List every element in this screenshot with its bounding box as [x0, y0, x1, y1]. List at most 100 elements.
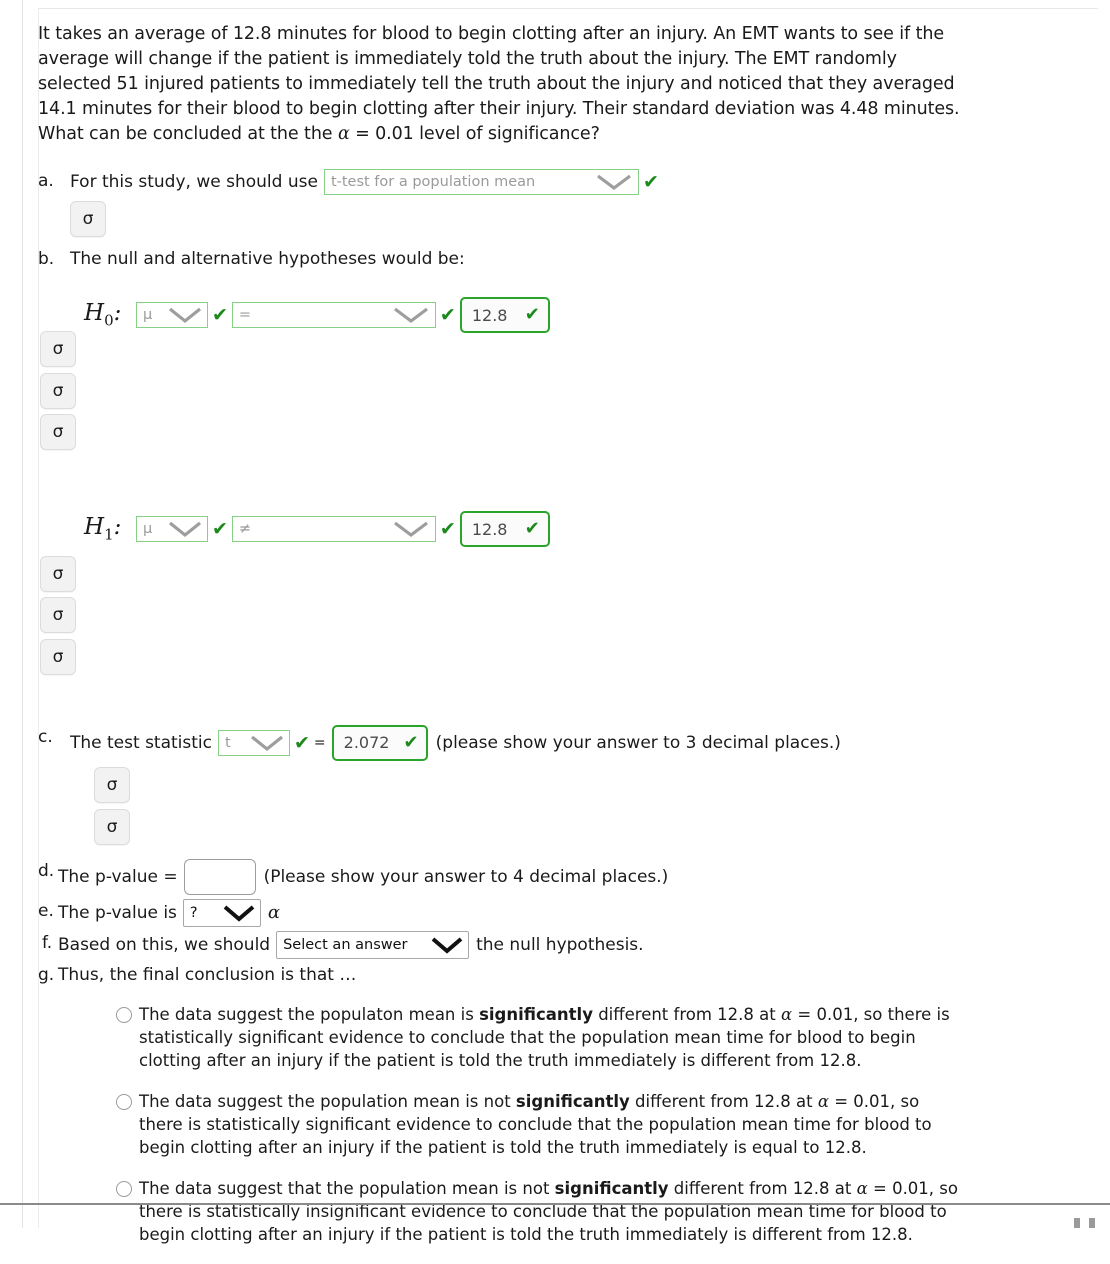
- h0-value-valid-check-icon: ✔: [524, 304, 540, 325]
- conclusion-option-2[interactable]: The data suggest the population mean is …: [116, 1090, 961, 1159]
- test-statistic-select[interactable]: t: [218, 730, 290, 756]
- h1-parameter-select-value: μ: [143, 521, 153, 537]
- part-b-prompt: The null and alternative hypotheses woul…: [70, 249, 465, 269]
- page-left-rail: [22, 0, 23, 1228]
- conclusion-option-1[interactable]: The data suggest the populaton mean is s…: [116, 1003, 961, 1072]
- page-bottom-cutoff-marks: [1074, 1218, 1095, 1228]
- parts-list: a. For this study, we should use t-test …: [38, 169, 998, 1246]
- part-d-row: The p-value = (Please show your answer t…: [58, 859, 998, 895]
- sigma-icon: σ: [82, 208, 94, 229]
- part-c-prompt: The test statistic: [70, 733, 212, 753]
- h0-relation-select[interactable]: =: [231, 302, 436, 328]
- decision-select[interactable]: Select an answer: [276, 931, 470, 959]
- part-f-prompt: Based on this, we should: [58, 935, 271, 955]
- test-type-select[interactable]: t-test for a population mean: [323, 169, 639, 195]
- test-type-select-value: t-test for a population mean: [330, 174, 536, 190]
- part-e-letter: e.: [38, 901, 54, 921]
- test-statistic-value-text: 2.072: [343, 733, 390, 752]
- part-d: d. The p-value = (Please show your answe…: [38, 859, 998, 895]
- opt3-bold: significantly: [554, 1179, 669, 1198]
- cutoff-mark-2: [1089, 1218, 1095, 1228]
- chevron-down-icon: [249, 734, 285, 752]
- radio-button-icon[interactable]: [116, 1181, 132, 1197]
- part-f-letter: f.: [42, 933, 53, 953]
- h0-relation-select-value: =: [238, 307, 252, 323]
- opt1-seg1: The data suggest the populaton mean is: [139, 1005, 480, 1024]
- part-a-letter: a.: [38, 171, 54, 191]
- part-a: a. For this study, we should use t-test …: [38, 169, 998, 237]
- alternative-hypothesis-row: H1: μ ✔ ≠ ✔ 12.8 ✔: [84, 511, 998, 547]
- chevron-down-icon: [167, 520, 203, 538]
- problem-line-4: 14.1 minutes for their blood to begin cl…: [38, 99, 960, 119]
- h0-parameter-select-value: μ: [143, 307, 153, 323]
- null-hypothesis-row: H0: μ ✔ = ✔ 12.8 ✔: [84, 297, 998, 333]
- part-a-prompt: For this study, we should use: [70, 172, 318, 192]
- h0-parameter-select[interactable]: μ: [136, 302, 208, 328]
- p-value-input[interactable]: [183, 859, 256, 895]
- opt2-alpha-symbol: α: [817, 1092, 829, 1111]
- sigma-helper-button-c-1[interactable]: σ: [94, 767, 130, 803]
- part-g-letter: g.: [38, 965, 55, 985]
- chevron-down-icon: [594, 173, 634, 191]
- opt1-seg2: different from 12.8 at: [592, 1005, 781, 1024]
- h1-relation-valid-check-icon: ✔: [439, 517, 456, 540]
- h0-value-input[interactable]: 12.8 ✔: [459, 297, 550, 333]
- problem-line-5b: = 0.01 level of significance?: [349, 124, 600, 144]
- part-e-alpha-symbol: α: [267, 902, 281, 923]
- h1-label-h: H: [84, 514, 105, 541]
- h1-label: H1:: [84, 514, 136, 544]
- test-statistic-valid-check-icon: ✔: [294, 731, 310, 754]
- chevron-down-icon: [167, 306, 203, 324]
- h1-parameter-valid-check-icon: ✔: [212, 517, 228, 540]
- h0-label-colon: :: [113, 300, 122, 327]
- part-g-prompt: Thus, the final conclusion is that …: [58, 965, 357, 985]
- problem-statement: It takes an average of 12.8 minutes for …: [38, 22, 963, 147]
- h0-label-sub: 0: [104, 311, 114, 330]
- h1-value-input[interactable]: 12.8 ✔: [459, 511, 550, 547]
- cutoff-mark-1: [1074, 1218, 1080, 1228]
- radio-button-icon[interactable]: [116, 1094, 132, 1110]
- part-a-valid-check-icon: ✔: [642, 170, 659, 193]
- decision-select-value: Select an answer: [283, 937, 408, 953]
- h1-relation-select[interactable]: ≠: [231, 516, 436, 542]
- conclusion-option-1-text: The data suggest the populaton mean is s…: [139, 1003, 961, 1072]
- chevron-down-icon: [430, 936, 464, 954]
- problem-line-2: average will change if the patient is im…: [38, 49, 897, 69]
- page-bottom-divider: [0, 1203, 1110, 1205]
- problem-line-1: It takes an average of 12.8 minutes for …: [38, 24, 945, 44]
- sigma-helper-button-a[interactable]: σ: [70, 201, 106, 237]
- sigma-icon: σ: [106, 816, 118, 837]
- opt2-seg1: The data suggest the population mean is …: [139, 1092, 516, 1111]
- conclusion-option-2-text: The data suggest the population mean is …: [139, 1090, 961, 1159]
- problem-line-3: selected 51 injured patients to immediat…: [38, 74, 955, 94]
- h0-relation-valid-check-icon: ✔: [439, 303, 456, 326]
- chevron-down-icon: [391, 520, 431, 538]
- part-c: c. The test statistic t ✔ = 2.072 ✔ (ple…: [38, 725, 998, 845]
- opt3-alpha-symbol: α: [856, 1179, 868, 1198]
- part-c-note: (please show your answer to 3 decimal pl…: [435, 733, 841, 753]
- conclusion-option-3-text: The data suggest that the population mea…: [139, 1177, 961, 1246]
- h1-value-valid-check-icon: ✔: [524, 518, 540, 539]
- test-statistic-value-input[interactable]: 2.072 ✔: [331, 725, 428, 761]
- part-b-letter: b.: [38, 249, 55, 269]
- h0-value-text: 12.8: [471, 305, 508, 325]
- sigma-helper-button-c-2[interactable]: σ: [94, 809, 130, 845]
- part-f-row: Based on this, we should Select an answe…: [58, 931, 998, 959]
- p-value-comparison-select[interactable]: ?: [182, 899, 261, 927]
- h0-parameter-valid-check-icon: ✔: [212, 303, 228, 326]
- part-d-note: (Please show your answer to 4 decimal pl…: [263, 867, 669, 887]
- part-g: g. Thus, the final conclusion is that …: [38, 963, 998, 987]
- part-c-row: The test statistic t ✔ = 2.072 ✔ (please…: [70, 725, 998, 761]
- h1-label-colon: :: [113, 514, 122, 541]
- h1-relation-select-value: ≠: [238, 521, 252, 537]
- h1-parameter-select[interactable]: μ: [136, 516, 208, 542]
- radio-button-icon[interactable]: [116, 1007, 132, 1023]
- h1-value-text: 12.8: [471, 519, 508, 539]
- part-e-row: The p-value is ? α: [58, 899, 998, 927]
- test-statistic-value-valid-check-icon: ✔: [403, 732, 419, 753]
- part-b: b. The null and alternative hypotheses w…: [38, 247, 998, 271]
- part-f-suffix: the null hypothesis.: [476, 935, 644, 955]
- conclusion-option-3[interactable]: The data suggest that the population mea…: [116, 1177, 961, 1246]
- problem-line-5a: What can be concluded at the the: [38, 124, 338, 144]
- chevron-down-icon: [391, 306, 431, 324]
